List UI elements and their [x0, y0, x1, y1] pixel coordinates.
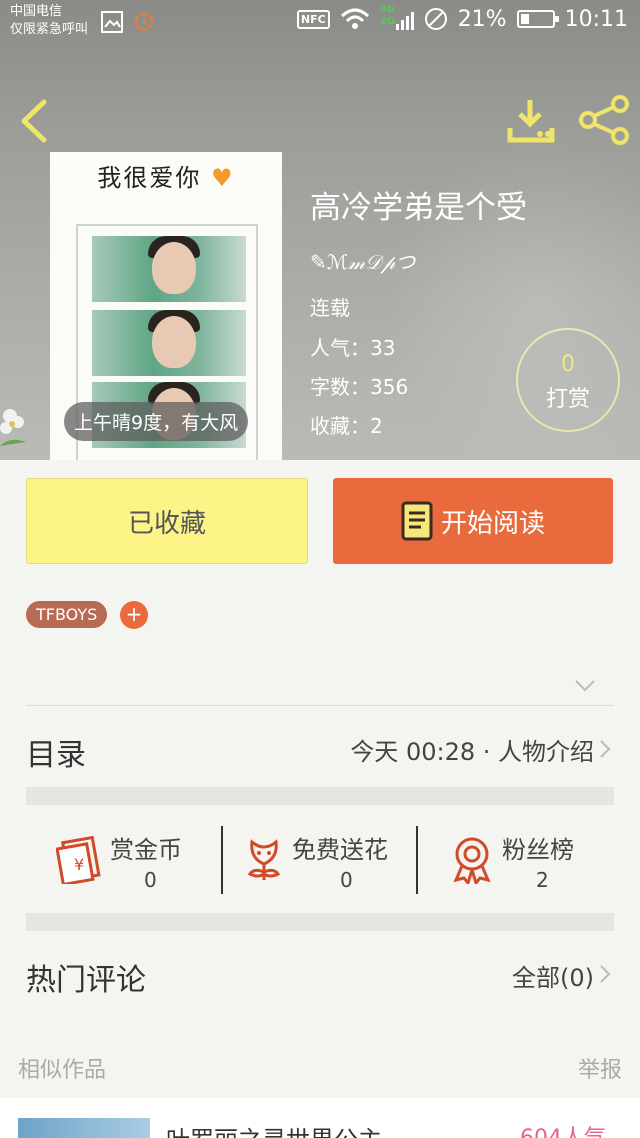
start-reading-label: 开始阅读: [440, 508, 545, 539]
back-icon[interactable]: [14, 96, 54, 146]
section-separator: [26, 913, 614, 931]
similar-works-heading: 相似作品: [18, 1058, 107, 1083]
red-envelope-icon: ¥: [56, 836, 101, 884]
all-comments-link[interactable]: 全部(0): [512, 958, 594, 993]
start-reading-button[interactable]: 开始阅读: [333, 478, 613, 564]
tip-label: 打赏: [545, 387, 590, 412]
favorited-button[interactable]: 已收藏: [26, 478, 308, 564]
clock: 10:11: [564, 6, 628, 32]
catalog-title: 目录: [26, 738, 86, 773]
wifi-icon: [340, 8, 369, 29]
battery-percent: 21%: [457, 6, 507, 32]
similar-work-title[interactable]: 叶罗丽之灵世界公主: [166, 1120, 382, 1138]
weather-badge: 上午晴9度，有大风: [64, 402, 249, 441]
signal-icon: 3G 2G: [380, 4, 414, 32]
image-icon: [101, 11, 123, 33]
tip-count: 0: [561, 352, 575, 377]
latest-chapter: 今天 00:28 · 人物介绍: [350, 738, 594, 766]
similar-work-thumbnail[interactable]: [18, 1118, 150, 1138]
divider: [416, 826, 418, 894]
chevron-right-icon: [600, 965, 611, 983]
flower-icon: [247, 839, 281, 880]
divider: [26, 705, 614, 706]
section-separator: [26, 787, 614, 805]
svg-text:¥: ¥: [74, 855, 84, 874]
status-icons: NFC 3G 2G 21% 10:11: [296, 4, 628, 32]
stat-label: 粉丝榜: [502, 836, 574, 864]
carrier-info: 中国电信 仅限紧急呼叫: [10, 3, 88, 39]
author-name[interactable]: ✎ℳ𝓂𝒟𝓅つ: [310, 246, 415, 275]
book-icon: [401, 501, 433, 541]
favorite-count: 收藏：2: [310, 414, 383, 438]
decorative-flower: [0, 409, 26, 446]
tag-tfboys[interactable]: TFBOYS: [26, 601, 108, 628]
carrier-name: 中国电信: [10, 4, 63, 19]
status-bar: 中国电信 仅限紧急呼叫 NFC 3G 2G 21% 10:11: [0, 0, 640, 44]
word-count: 字数：356: [310, 375, 409, 399]
hot-comments-title: 热门评论: [26, 963, 146, 998]
battery-icon: [516, 10, 559, 28]
report-link[interactable]: 举报: [578, 1052, 622, 1084]
cover-photo: [92, 310, 246, 376]
stat-label: 免费送花: [292, 836, 388, 864]
book-title: 高冷学弟是个受: [310, 190, 527, 226]
stat-value: 0: [340, 868, 353, 892]
stat-value: 2: [536, 868, 549, 892]
emergency-only: 仅限紧急呼叫: [10, 22, 89, 37]
divider: [221, 826, 223, 894]
share-icon[interactable]: [578, 94, 630, 146]
serial-status: 连载: [310, 296, 350, 320]
medal-icon: [453, 837, 491, 884]
add-tag-button[interactable]: +: [120, 601, 148, 629]
heart-icon: ♥: [211, 164, 235, 192]
stat-label: 赏金币: [110, 836, 182, 864]
book-header: 中国电信 仅限紧急呼叫 NFC 3G 2G 21% 10:11 我很爱你 ♥ 上…: [0, 0, 640, 460]
download-icon[interactable]: [506, 96, 556, 146]
do-not-disturb-icon: [424, 8, 447, 30]
chevron-right-icon: [600, 740, 611, 758]
stat-value: 0: [144, 868, 157, 892]
cover-title: 我很爱你 ♥: [97, 164, 235, 192]
nfc-icon: NFC: [296, 9, 330, 29]
sync-icon: [135, 13, 153, 31]
cover-photo: [92, 236, 246, 302]
tip-button[interactable]: 0 打赏: [516, 328, 620, 432]
similar-work-popularity: 604人气: [520, 1120, 606, 1138]
chevron-down-icon[interactable]: [574, 678, 596, 694]
popularity-count: 人气：33: [310, 336, 396, 360]
favorited-label: 已收藏: [127, 508, 206, 539]
